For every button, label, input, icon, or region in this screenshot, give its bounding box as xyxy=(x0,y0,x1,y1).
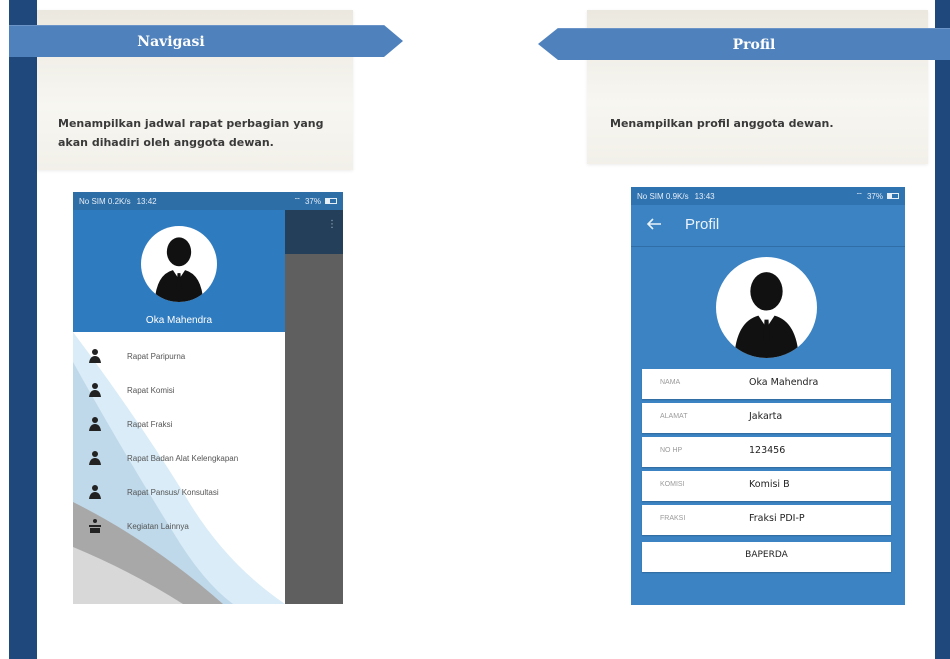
field-label: NO HP xyxy=(660,447,683,454)
menu-item-label: Rapat Pansus/ Konsultasi xyxy=(127,487,219,497)
signal-icon: ⌔ xyxy=(293,196,301,205)
menu-item-label: Kegiatan Lainnya xyxy=(127,521,189,531)
people-icon xyxy=(89,383,101,397)
battery-icon xyxy=(325,198,337,204)
status-network: No SIM 0.2K/s xyxy=(79,196,131,206)
people-icon xyxy=(89,451,101,465)
people-icon xyxy=(89,349,101,363)
menu-item-label: Rapat Komisi xyxy=(127,385,175,395)
field-no-hp: NO HP 123456 xyxy=(642,437,891,467)
drawer-menu: Rapat Paripurna Rapat Komisi Rapat Fraks… xyxy=(73,332,285,604)
profile-screenshot: No SIM 0.9K/s 13:43 ⌔ 37% Profil NAMA Ok… xyxy=(631,187,905,605)
toolbar-title: Profil xyxy=(685,216,720,233)
field-label: ALAMAT xyxy=(660,413,688,420)
field-value: Komisi B xyxy=(749,479,790,490)
menu-item-rapat-komisi[interactable]: Rapat Komisi xyxy=(73,375,285,405)
status-bar: No SIM 0.9K/s 13:43 ⌔ 37% xyxy=(631,187,905,205)
field-value: 123456 xyxy=(749,445,786,456)
people-icon xyxy=(89,485,101,499)
right-edge-bar xyxy=(935,0,950,659)
field-alamat: ALAMAT Jakarta xyxy=(642,403,891,433)
field-value: BAPERDA xyxy=(745,550,788,560)
profil-description: Menampilkan profil anggota dewan. xyxy=(610,117,834,130)
navigasi-banner: Navigasi xyxy=(9,25,403,57)
navigasi-description: Menampilkan jadwal rapat perbagian yang … xyxy=(58,117,324,149)
menu-item-label: Rapat Paripurna xyxy=(127,351,186,361)
field-label: NAMA xyxy=(660,379,681,386)
field-baperda: BAPERDA xyxy=(642,542,891,572)
field-value: Oka Mahendra xyxy=(749,377,819,388)
podium-icon xyxy=(89,519,101,533)
status-time: 13:43 xyxy=(694,191,715,201)
back-arrow-icon[interactable] xyxy=(645,215,663,233)
menu-item-label: Rapat Fraksi xyxy=(127,419,173,429)
menu-item-kegiatan-lainnya[interactable]: Kegiatan Lainnya xyxy=(73,511,285,541)
overflow-menu-icon[interactable]: ⋮ xyxy=(327,220,337,230)
user-silhouette-icon xyxy=(154,237,204,302)
field-label: FRAKSI xyxy=(660,515,686,522)
menu-item-rapat-fraksi[interactable]: Rapat Fraksi xyxy=(73,409,285,439)
status-bar: No SIM 0.2K/s 13:42 ⌔ 37% xyxy=(73,192,343,210)
profile-toolbar: Profil xyxy=(631,205,905,247)
status-time: 13:42 xyxy=(136,196,157,206)
people-icon xyxy=(89,417,101,431)
status-network: No SIM 0.9K/s xyxy=(637,191,689,201)
menu-item-rapat-pansus-konsultasi[interactable]: Rapat Pansus/ Konsultasi xyxy=(73,477,285,507)
battery-icon xyxy=(887,193,899,199)
navigasi-banner-title: Navigasi xyxy=(137,33,205,50)
profile-avatar[interactable] xyxy=(716,257,817,358)
left-edge-bar xyxy=(9,0,37,659)
signal-icon: ⌔ xyxy=(855,191,863,200)
field-value: Fraksi PDI-P xyxy=(749,513,805,524)
field-fraksi: FRAKSI Fraksi PDI-P xyxy=(642,505,891,535)
drawer-user-name: Oka Mahendra xyxy=(145,315,213,326)
field-label: KOMISI xyxy=(660,481,685,488)
avatar[interactable] xyxy=(141,226,217,302)
user-silhouette-icon xyxy=(734,272,799,358)
field-nama: NAMA Oka Mahendra xyxy=(642,369,891,399)
menu-item-rapat-badan-alat-kelengkapan[interactable]: Rapat Badan Alat Kelengkapan xyxy=(73,443,285,473)
profil-banner-title: Profil xyxy=(732,36,776,53)
profil-banner: Profil xyxy=(538,28,950,60)
menu-item-rapat-paripurna[interactable]: Rapat Paripurna xyxy=(73,341,285,371)
field-value: Jakarta xyxy=(749,411,783,422)
battery-level: 37% xyxy=(304,196,321,206)
field-komisi: KOMISI Komisi B xyxy=(642,471,891,501)
menu-item-label: Rapat Badan Alat Kelengkapan xyxy=(127,453,239,463)
content-scrim[interactable]: ⋮ xyxy=(285,210,343,604)
navigation-drawer-screenshot: No SIM 0.2K/s 13:42 ⌔ 37% Oka Mahendra ⋮ xyxy=(73,192,343,604)
battery-level: 37% xyxy=(866,191,883,201)
app-toolbar-behind: ⋮ xyxy=(285,210,343,254)
drawer-header: Oka Mahendra xyxy=(73,210,285,332)
